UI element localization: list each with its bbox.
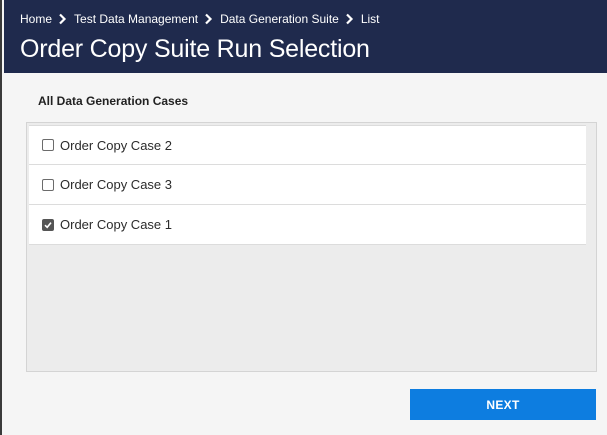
breadcrumb-list: List xyxy=(360,12,380,26)
breadcrumb-test-data-management[interactable]: Test Data Management xyxy=(74,12,198,26)
checkbox-unchecked-icon[interactable] xyxy=(42,139,54,151)
chevron-right-icon xyxy=(58,13,67,25)
section-title: All Data Generation Cases xyxy=(38,94,189,108)
chevron-right-icon xyxy=(345,13,354,25)
next-button[interactable]: NEXT xyxy=(410,389,596,420)
checkbox-checked-icon[interactable] xyxy=(42,218,54,231)
breadcrumb-data-generation-suite[interactable]: Data Generation Suite xyxy=(220,12,339,26)
list-item-label: Order Copy Case 2 xyxy=(60,137,172,153)
list-item-label: Order Copy Case 3 xyxy=(60,177,172,192)
list-item-case-3[interactable]: Order Copy Case 3 xyxy=(29,165,586,205)
page: Home Test Data Management Data Generatio… xyxy=(0,0,607,435)
checkbox-unchecked-icon[interactable] xyxy=(42,178,54,191)
list-item-case-2[interactable]: Order Copy Case 2 xyxy=(29,125,586,165)
page-header: Home Test Data Management Data Generatio… xyxy=(4,0,607,73)
chevron-right-icon xyxy=(204,13,213,25)
page-title: Order Copy Suite Run Selection xyxy=(20,35,370,63)
list-item-case-1[interactable]: Order Copy Case 1 xyxy=(29,205,586,245)
cases-list-panel: Order Copy Case 2 Order Copy Case 3 Orde… xyxy=(26,122,597,372)
list-item-label: Order Copy Case 1 xyxy=(60,217,172,232)
breadcrumb: Home Test Data Management Data Generatio… xyxy=(20,11,380,27)
breadcrumb-home[interactable]: Home xyxy=(20,12,52,26)
